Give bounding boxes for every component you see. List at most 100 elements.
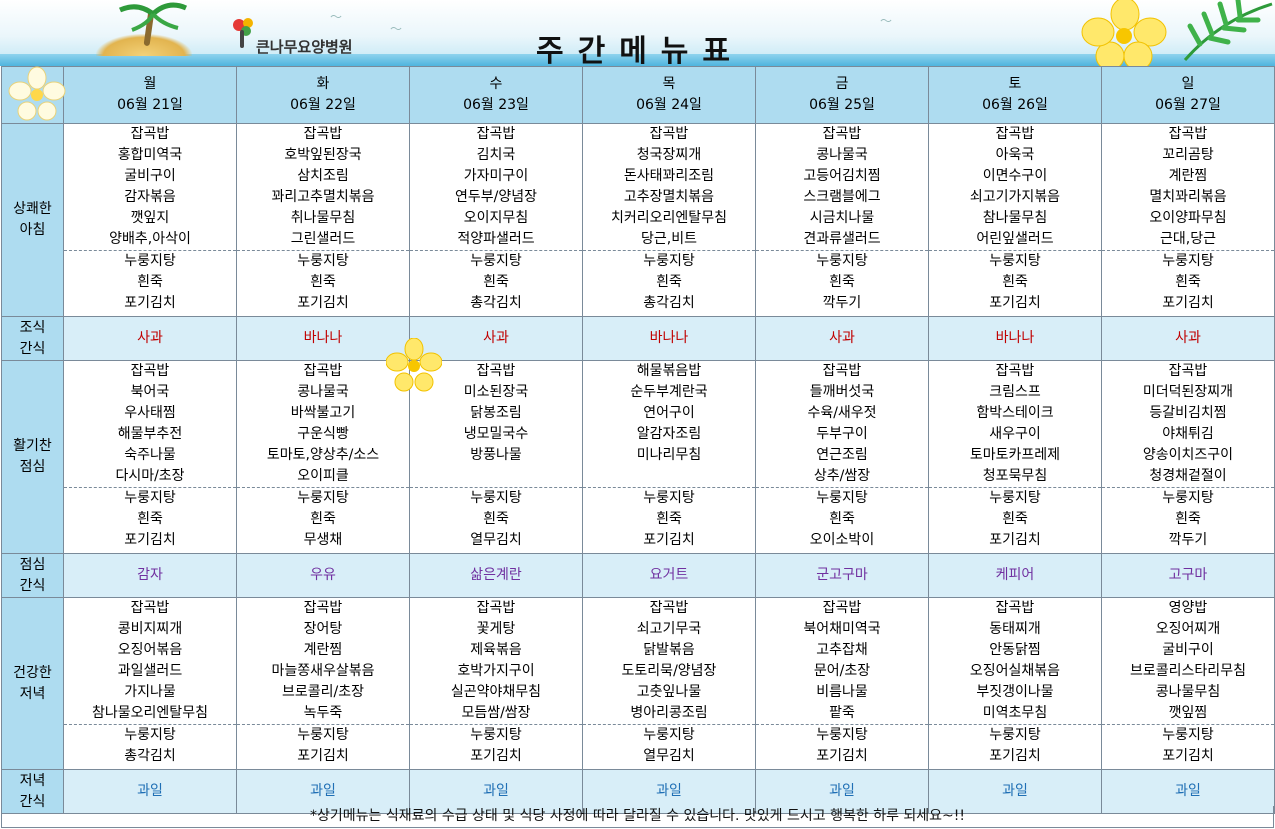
menu-item: 브로콜리/초장 — [282, 684, 364, 700]
menu-item: 등갈비김치찜 — [1149, 405, 1227, 421]
day-header: 목 06월 24일 — [582, 66, 756, 124]
main-dishes: 잡곡밥 장어탕 계란찜 마늘쫑새우살볶음 브로콜리/초장 녹두죽 — [237, 598, 409, 725]
menu-item: 오이피클 — [297, 468, 349, 484]
menu-item: 흰죽 — [137, 511, 163, 527]
main-dishes: 잡곡밥 아욱국 이면수구이 쇠고기가지볶음 참나물무침 어린잎샐러드 — [929, 124, 1101, 251]
main-dishes: 잡곡밥 북어국 우사태찜 해물부추전 숙주나물 다시마/초장 — [64, 361, 236, 488]
header-banner: 〜 〜 〜 큰나무요양병원 주간메뉴표 — [0, 0, 1275, 66]
meal-label: 상쾌한 아침 — [1, 123, 64, 317]
main-dishes: 잡곡밥 호박잎된장국 삼치조림 꽈리고추멸치볶음 취나물무침 그린샐러드 — [237, 124, 409, 251]
menu-item: 누룽지탕 — [124, 490, 176, 506]
menu-item: 함박스테이크 — [976, 405, 1054, 421]
snack-cell: 바나나 — [928, 316, 1102, 361]
snack-item: 바나나 — [649, 330, 689, 346]
day-header-row: 월 06월 21일 화 06월 22일 수 06월 23일 목 06월 24일 금 06월 25일… — [1, 66, 1275, 124]
menu-item: 마늘쫑새우살볶음 — [271, 663, 375, 679]
day-date: 06월 21일 — [117, 97, 183, 113]
porridge-dishes: 누룽지탕흰죽포기김치 — [64, 488, 236, 551]
menu-item: 누룽지탕 — [470, 253, 522, 269]
menu-item: 고춧잎나물 — [636, 684, 702, 700]
palm-leaf-icon — [1183, 0, 1273, 61]
menu-cell: 영양밥 오징어찌개 굴비구이 브로콜리스타리무침 콩나물무침 깻잎찜 누룽지탕 포기김치 — [1101, 597, 1275, 770]
menu-item: 구운식빵 — [297, 426, 349, 442]
snack-item: 삶은계란 — [470, 567, 522, 583]
menu-item: 흰죽 — [1175, 274, 1201, 290]
day-name: 토 — [1008, 76, 1022, 92]
menu-item: 숙주나물 — [124, 447, 176, 463]
main-dishes: 잡곡밥 크림스프 함박스테이크 새우구이 토마토카프레제 청포묵무침 — [929, 361, 1101, 488]
menu-item: 녹두죽 — [303, 705, 343, 721]
meal-label-line: 점심 — [19, 556, 46, 573]
day-header: 금 06월 25일 — [755, 66, 929, 124]
menu-item: 계란찜 — [1168, 168, 1208, 184]
snack-item: 요거트 — [649, 567, 689, 583]
porridge-dishes: 누룽지탕총각김치 — [64, 725, 236, 767]
day-date: 06월 22일 — [290, 97, 356, 113]
menu-item: 오징어실채볶음 — [969, 663, 1061, 679]
menu-cell: 잡곡밥 콩나물국 고등어김치찜 스크램블에그 시금치나물 견과류샐러드 누룽지탕 흰죽 깍두기 — [755, 123, 929, 317]
snack-item: 우유 — [310, 567, 336, 583]
menu-item: 야채튀김 — [1162, 426, 1214, 442]
menu-item: 흰죽 — [829, 511, 855, 527]
snack-cell: 바나나 — [582, 316, 756, 361]
menu-item: 북어채미역국 — [803, 621, 881, 637]
snack-cell: 케피어 — [928, 553, 1102, 598]
menu-item: 누룽지탕 — [124, 727, 176, 743]
menu-item: 순두부계란국 — [630, 384, 708, 400]
menu-cell: 잡곡밥 꽃게탕 제육볶음 호박가지구이 실곤약야채무침 모듬쌈/쌈장 누룽지탕 포기김치 — [409, 597, 583, 770]
menu-cell: 잡곡밥 콩비지찌개 오징어볶음 과일샐러드 가지나물 참나물오리엔탈무침 누룽지탕 총각김치 — [63, 597, 237, 770]
menu-item: 꽃게탕 — [476, 621, 516, 637]
snack-item: 사과 — [483, 330, 509, 346]
snack-cell: 사과 — [63, 316, 237, 361]
menu-item: 누룽지탕 — [989, 727, 1041, 743]
morning_snack-row: 조식 간식 사과 바나나 사과 바나나 사과 바나나 사과 — [1, 316, 1275, 361]
porridge-dishes: 누룽지탕 포기김치 — [1102, 725, 1274, 767]
snack-cell: 요거트 — [582, 553, 756, 598]
menu-item: 고추잡채 — [816, 642, 868, 658]
menu-item: 아욱국 — [995, 147, 1035, 163]
day-date: 06월 25일 — [809, 97, 875, 113]
menu-item: 누룽지탕 — [643, 727, 695, 743]
snack-cell: 사과 — [1101, 316, 1275, 361]
menu-item: 누룽지탕 — [1162, 727, 1214, 743]
menu-cell: 잡곡밥 북어국 우사태찜 해물부추전 숙주나물 다시마/초장누룽지탕흰죽포기김치 — [63, 360, 237, 554]
menu-item: 브로콜리스타리무침 — [1130, 663, 1246, 679]
porridge-dishes: 누룽지탕 포기김치 — [237, 725, 409, 767]
menu-item: 이면수구이 — [982, 168, 1048, 184]
menu-item: 잡곡밥 — [822, 363, 862, 379]
menu-cell: 잡곡밥 크림스프 함박스테이크 새우구이 토마토카프레제 청포묵무침 누룽지탕 흰죽 포기김치 — [928, 360, 1102, 554]
meal-label-line: 아침 — [19, 222, 46, 238]
snack-item: 과일 — [483, 783, 509, 799]
menu-item: 잡곡밥 — [303, 600, 343, 616]
menu-item: 잡곡밥 — [130, 126, 170, 142]
menu-item — [410, 466, 582, 487]
menu-item: 포기김치 — [124, 532, 176, 548]
menu-item: 총각김치 — [124, 748, 176, 764]
menu-cell: 잡곡밥 꼬리곰탕 계란찜 멸치꽈리볶음 오이양파무침 근대,당근 누룽지탕 흰죽 포기김치 — [1101, 123, 1275, 317]
menu-item: 해물볶음밥 — [636, 363, 702, 379]
menu-cell: 잡곡밥 김치국 가자미구이 연두부/양념장 오이지무침 적양파샐러드 누룽지탕 흰죽 총각김치 — [409, 123, 583, 317]
day-date: 06월 26일 — [982, 97, 1048, 113]
porridge-dishes: 누룽지탕 흰죽 포기김치 — [64, 251, 236, 314]
weekly-menu-table: 월 06월 21일 화 06월 22일 수 06월 23일 목 06월 24일 금 06월 25일… — [1, 66, 1275, 814]
day-name: 수 — [489, 76, 503, 92]
snack-cell: 바나나 — [236, 316, 410, 361]
meal-label-line: 간식 — [19, 577, 46, 594]
menu-item: 포기김치 — [989, 748, 1041, 764]
day-name: 월 — [143, 76, 157, 92]
menu-item: 토마토카프레제 — [969, 447, 1061, 463]
menu-item: 호박가지구이 — [457, 663, 535, 679]
main-dishes: 잡곡밥 콩나물국 고등어김치찜 스크램블에그 시금치나물 견과류샐러드 — [756, 124, 928, 251]
menu-item: 누룽지탕 — [989, 253, 1041, 269]
menu-item: 누룽지탕 — [816, 490, 868, 506]
porridge-dishes: 누룽지탕 흰죽 포기김치 — [929, 251, 1101, 314]
menu-item: 견과류샐러드 — [803, 231, 881, 247]
menu-item: 누룽지탕 — [643, 253, 695, 269]
porridge-dishes: 누룽지탕 열무김치 — [583, 725, 755, 767]
menu-item: 꼬리곰탕 — [1162, 147, 1214, 163]
main-dishes: 잡곡밥 청국장찌개 돈사태꽈리조림 고추장멸치볶음 치커리오리엔탈무침 당근,비트 — [583, 124, 755, 251]
day-date: 06월 27일 — [1155, 97, 1221, 113]
menu-item: 잡곡밥 — [822, 126, 862, 142]
menu-item: 홍합미역국 — [117, 147, 183, 163]
menu-item: 알감자조림 — [636, 426, 702, 442]
